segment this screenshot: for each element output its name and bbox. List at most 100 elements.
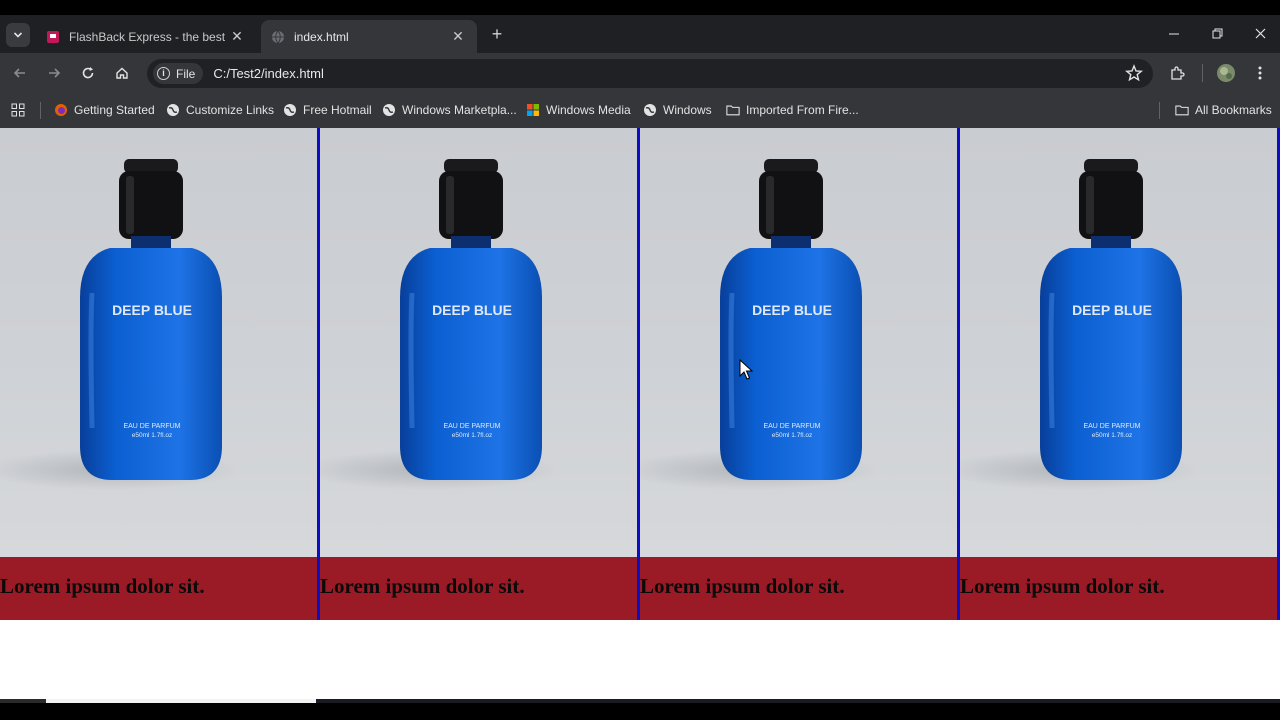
globe-icon xyxy=(167,104,179,116)
back-arrow-icon xyxy=(13,68,25,78)
globe-icon xyxy=(644,104,656,116)
product-image: DEEP BLUE EAU DE PARFUM e50ml 1.7fl.oz xyxy=(640,128,957,557)
flashback-icon xyxy=(47,30,59,43)
browser-chrome: FlashBack Express - the best fre ✕ index… xyxy=(0,15,1280,128)
avatar xyxy=(1217,64,1235,82)
profile-button[interactable] xyxy=(1215,62,1237,84)
perfume-bottle: DEEP BLUE EAU DE PARFUM e50ml 1.7fl.oz xyxy=(0,159,240,490)
back-button[interactable] xyxy=(9,62,31,84)
bottle-label-type: EAU DE PARFUM xyxy=(1083,423,1140,430)
product-image: DEEP BLUE EAU DE PARFUM e50ml 1.7fl.oz xyxy=(320,128,637,557)
bookmarks-bar: Getting Started Customize Links Free Hot… xyxy=(0,93,1280,128)
bottle-label-volume: e50ml 1.7fl.oz xyxy=(772,432,812,439)
bookmark-label: Windows xyxy=(663,103,712,117)
close-icon xyxy=(1255,28,1265,39)
reload-button[interactable] xyxy=(77,62,99,84)
screen-top-strip xyxy=(0,0,1280,15)
bookmark-windows-media[interactable]: Windows Media xyxy=(526,101,631,119)
tab-title: index.html xyxy=(294,29,349,44)
restore-button[interactable] xyxy=(1202,23,1232,45)
tab-title: FlashBack Express - the best fre xyxy=(69,29,228,44)
globe-icon xyxy=(383,104,395,116)
close-window-button[interactable] xyxy=(1245,23,1275,45)
tab-strip: FlashBack Express - the best fre ✕ index… xyxy=(0,15,1280,53)
bottle-label-volume: e50ml 1.7fl.oz xyxy=(452,432,492,439)
close-icon[interactable]: ✕ xyxy=(449,28,467,45)
product-caption: Lorem ipsum dolor sit. xyxy=(960,557,1277,620)
forward-arrow-icon xyxy=(49,68,61,78)
perfume-bottle: DEEP BLUE EAU DE PARFUM e50ml 1.7fl.oz xyxy=(320,159,560,490)
bookmark-label: Free Hotmail xyxy=(303,103,372,117)
firefox-icon xyxy=(55,104,67,116)
reload-icon xyxy=(82,67,94,79)
product-caption: Lorem ipsum dolor sit. xyxy=(0,557,317,620)
tab-search-button[interactable] xyxy=(6,23,30,47)
new-tab-button[interactable]: + xyxy=(486,24,508,46)
bottle-label-volume: e50ml 1.7fl.oz xyxy=(132,432,172,439)
forward-button[interactable] xyxy=(43,62,65,84)
caption-text: Lorem ipsum dolor sit. xyxy=(640,574,845,598)
product-card: DEEP BLUE EAU DE PARFUM e50ml 1.7fl.oz Lor… xyxy=(317,128,637,620)
caption-text: Lorem ipsum dolor sit. xyxy=(0,574,205,598)
close-icon[interactable]: ✕ xyxy=(228,28,246,45)
taskbar-strip xyxy=(0,699,1280,720)
apps-button[interactable] xyxy=(11,101,25,119)
bookmark-star-icon[interactable] xyxy=(1125,64,1143,82)
menu-button[interactable] xyxy=(1249,62,1271,84)
bookmark-windows-marketplace[interactable]: Windows Marketpla... xyxy=(382,101,517,119)
caption-text: Lorem ipsum dolor sit. xyxy=(320,574,525,598)
globe-icon xyxy=(284,104,296,116)
bookmark-label: Customize Links xyxy=(186,103,275,117)
product-image: DEEP BLUE EAU DE PARFUM e50ml 1.7fl.oz xyxy=(960,128,1277,557)
home-button[interactable] xyxy=(111,62,133,84)
bottle-label-brand: DEEP BLUE xyxy=(1072,302,1152,318)
toolbar-divider xyxy=(1202,64,1203,82)
product-caption: Lorem ipsum dolor sit. xyxy=(320,557,637,620)
bottle-label-type: EAU DE PARFUM xyxy=(123,423,180,430)
bottle-label-brand: DEEP BLUE xyxy=(752,302,832,318)
info-icon: i xyxy=(157,67,170,80)
toolbar: i File C:/Test2/index.html xyxy=(0,53,1280,93)
bookmark-label: Imported From Fire... xyxy=(746,103,859,117)
address-bar[interactable]: i File C:/Test2/index.html xyxy=(147,59,1153,88)
bookmark-free-hotmail[interactable]: Free Hotmail xyxy=(283,101,372,119)
site-chip-label: File xyxy=(176,66,196,81)
url-text[interactable]: C:/Test2/index.html xyxy=(213,66,324,81)
bookmark-label: Getting Started xyxy=(74,103,155,117)
bookmark-folder-imported[interactable]: Imported From Fire... xyxy=(726,101,859,119)
tab-flashback[interactable]: FlashBack Express - the best fre ✕ xyxy=(36,20,256,53)
bookmarks-divider xyxy=(40,102,41,119)
product-caption: Lorem ipsum dolor sit. xyxy=(640,557,957,620)
tab-index[interactable]: index.html ✕ xyxy=(261,20,477,53)
all-bookmarks-button[interactable]: All Bookmarks xyxy=(1175,101,1272,119)
bottle-label-type: EAU DE PARFUM xyxy=(443,423,500,430)
product-card: DEEP BLUE EAU DE PARFUM e50ml 1.7fl.oz Lor… xyxy=(0,128,317,620)
bottle-label-brand: DEEP BLUE xyxy=(432,302,512,318)
puzzle-icon xyxy=(1171,66,1185,80)
bottle-label-volume: e50ml 1.7fl.oz xyxy=(1092,432,1132,439)
bookmarks-divider xyxy=(1159,102,1160,119)
all-bookmarks-label: All Bookmarks xyxy=(1195,103,1272,117)
mouse-cursor-icon xyxy=(739,359,753,380)
apps-grid-icon xyxy=(11,103,25,117)
chevron-down-icon xyxy=(13,32,23,38)
bookmark-getting-started[interactable]: Getting Started xyxy=(54,101,155,119)
windows-logo-icon xyxy=(527,104,539,116)
bottle-label-brand: DEEP BLUE xyxy=(112,302,192,318)
bookmark-label: Windows Media xyxy=(546,103,631,117)
extensions-button[interactable] xyxy=(1166,62,1188,84)
minimize-button[interactable] xyxy=(1159,23,1189,45)
folder-icon xyxy=(726,105,740,116)
restore-icon xyxy=(1212,28,1222,39)
bookmark-windows[interactable]: Windows xyxy=(643,101,712,119)
bottle-label-type: EAU DE PARFUM xyxy=(763,423,820,430)
caption-text: Lorem ipsum dolor sit. xyxy=(960,574,1165,598)
bookmark-customize-links[interactable]: Customize Links xyxy=(166,101,274,119)
home-icon xyxy=(116,67,128,79)
product-card: DEEP BLUE EAU DE PARFUM e50ml 1.7fl.oz Lor… xyxy=(637,128,957,620)
perfume-bottle: DEEP BLUE EAU DE PARFUM e50ml 1.7fl.oz xyxy=(960,159,1200,490)
site-info-chip[interactable]: i File xyxy=(153,63,204,84)
bookmark-label: Windows Marketpla... xyxy=(402,103,517,117)
kebab-menu-icon xyxy=(1258,66,1262,80)
product-card: DEEP BLUE EAU DE PARFUM e50ml 1.7fl.oz Lor… xyxy=(957,128,1280,620)
